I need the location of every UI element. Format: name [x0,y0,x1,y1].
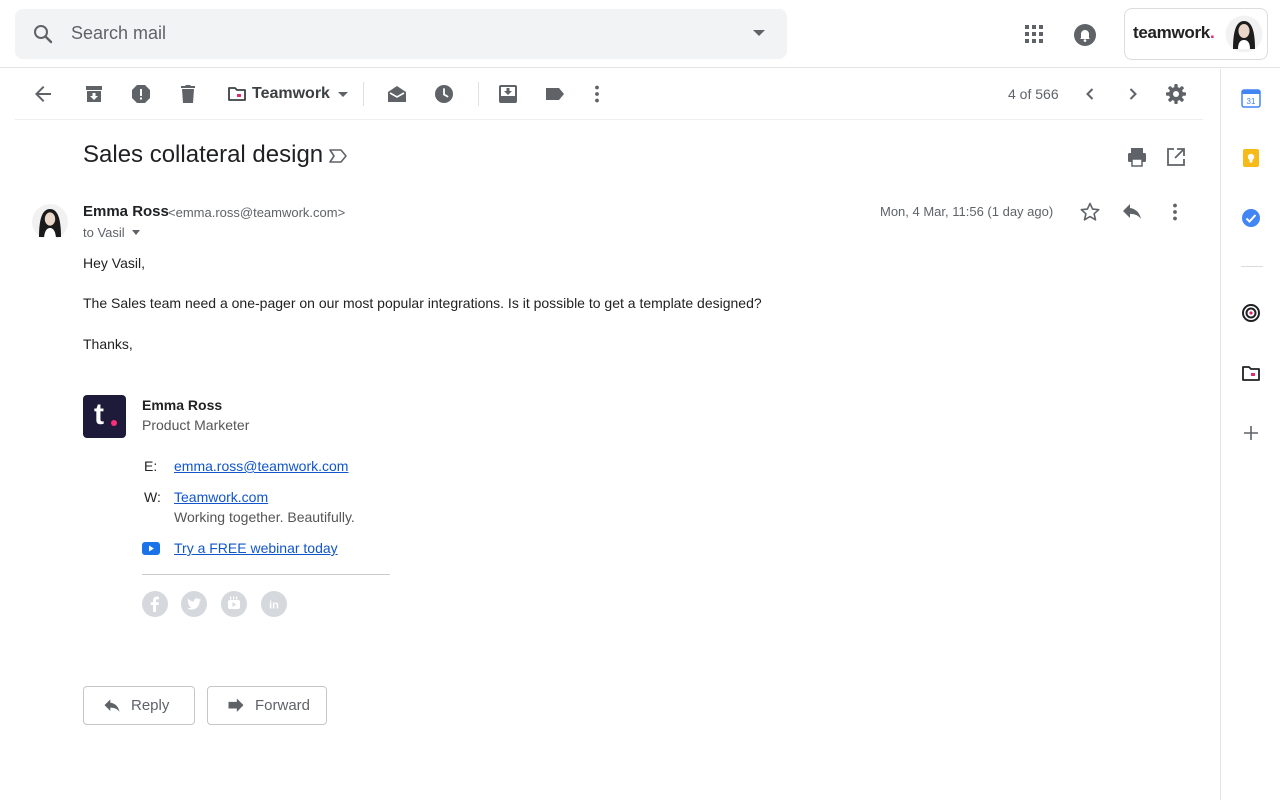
search-options-caret-icon[interactable] [753,30,765,36]
webinar-link[interactable]: Try a FREE webinar today [174,540,338,556]
archive-icon[interactable] [82,82,106,106]
star-icon[interactable] [1078,200,1102,224]
signature-web-key: W: [144,489,161,505]
body-closing: Thanks, [83,336,133,352]
folder-label: Teamwork [252,85,330,102]
recipient-details-toggle[interactable]: to Vasil [83,225,140,240]
print-icon[interactable] [1126,146,1148,168]
snooze-clock-icon[interactable] [432,82,456,106]
search-box[interactable]: Search mail [15,9,787,59]
youtube-icon[interactable] [221,591,247,617]
signature-name: Emma Ross [142,397,223,413]
svg-text:in: in [269,600,279,612]
folder-caret-icon [337,91,348,97]
add-addon-plus-icon[interactable] [1241,423,1261,443]
pagination-count: 4 of 566 [1008,86,1059,102]
sender-name[interactable]: Emma Ross [83,203,169,220]
reply-button[interactable]: Reply [83,686,195,725]
sender-avatar[interactable] [32,204,68,240]
message-date: Mon, 4 Mar, 11:56 (1 day ago) [880,204,1054,219]
toolbar-divider [363,82,364,106]
side-panel-divider [1241,266,1263,267]
teamwork-folder-icon[interactable] [1241,363,1261,383]
reply-icon [104,698,120,712]
older-chevron-right-icon[interactable] [1121,82,1145,106]
search-input[interactable]: Search mail [71,23,166,44]
signature-title: Product Marketer [142,417,250,433]
message-toolbar: Teamwork 4 of 566 [15,69,1203,120]
body-paragraph: The Sales team need a one-pager on our m… [83,295,762,311]
twitter-icon[interactable] [181,591,207,617]
forward-button[interactable]: Forward [207,686,327,725]
account-avatar[interactable] [1225,15,1263,53]
sender-email: <emma.ross@teamwork.com> [168,205,346,220]
tasks-icon[interactable] [1241,208,1261,228]
message-subject: Sales collateral design [83,141,324,168]
recipient-caret-icon[interactable] [131,230,140,235]
forward-icon [228,698,244,712]
side-panel: 31 [1220,69,1280,800]
youtube-play-icon [142,542,160,555]
signature-tagline: Working together. Beautifully. [174,509,355,525]
target-addon-icon[interactable] [1241,303,1261,323]
toolbar-divider [478,82,479,106]
signature-divider [142,574,390,575]
linkedin-icon[interactable]: in [261,591,287,617]
settings-gear-icon[interactable] [1164,82,1188,106]
back-arrow-icon[interactable] [31,82,55,106]
delete-trash-icon[interactable] [176,82,200,106]
recipient-line: to Vasil [83,225,125,240]
message-more-icon[interactable] [1163,200,1187,224]
body-greeting: Hey Vasil, [83,255,145,271]
importance-marker-icon[interactable] [327,146,349,166]
calendar-icon[interactable]: 31 [1241,88,1261,108]
search-icon[interactable] [31,22,55,46]
move-to-icon[interactable] [496,82,520,106]
forward-label: Forward [255,697,311,714]
signature-email-link[interactable]: emma.ross@teamwork.com [174,458,348,474]
signature-web-link[interactable]: Teamwork.com [174,489,268,505]
apps-grid-icon[interactable] [1022,22,1046,46]
report-spam-icon[interactable] [129,82,153,106]
signature-email-key: E: [144,458,158,474]
notifications-bell-icon[interactable] [1072,22,1098,48]
teamwork-logo: t [83,395,126,438]
move-to-folder-chip[interactable]: Teamwork [227,82,348,106]
keep-notes-icon[interactable] [1241,148,1261,168]
facebook-icon[interactable] [142,591,168,617]
account-switcher[interactable]: teamwork. [1124,8,1268,60]
svg-text:31: 31 [1247,97,1256,106]
mark-unread-icon[interactable] [385,82,409,106]
more-options-icon[interactable] [585,82,609,106]
folder-icon [228,87,246,101]
account-brand: teamwork. [1133,23,1215,42]
newer-chevron-left-icon[interactable] [1078,82,1102,106]
reply-icon[interactable] [1120,200,1144,224]
open-in-new-window-icon[interactable] [1165,146,1187,168]
reply-label: Reply [131,697,170,714]
top-bar: Search mail teamwork. [0,0,1280,68]
label-icon[interactable] [543,82,567,106]
